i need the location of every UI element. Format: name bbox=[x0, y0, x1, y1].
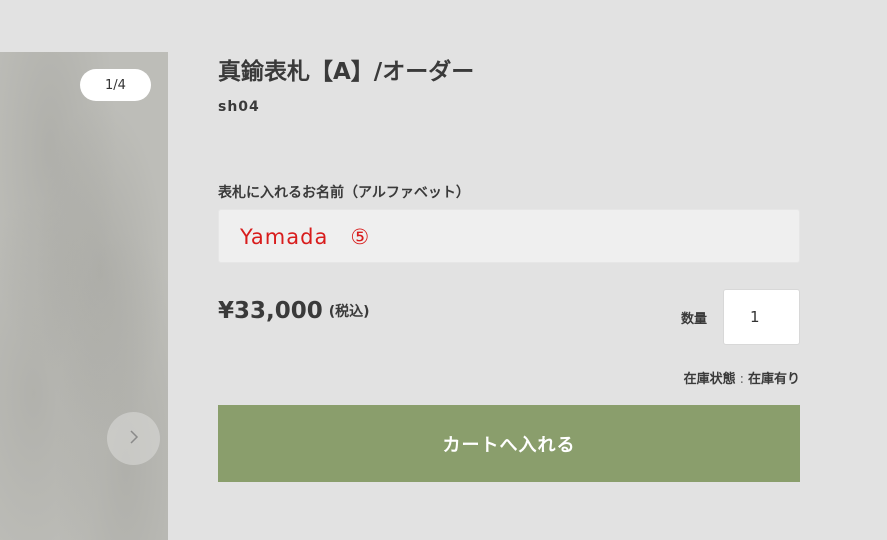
tax-note: (税込) bbox=[328, 304, 370, 320]
quantity-input[interactable]: 1 bbox=[723, 289, 800, 345]
stock-status: 在庫状態: 在庫有り bbox=[684, 368, 800, 387]
product-sku: sh04 bbox=[218, 99, 260, 115]
product-title: 真鍮表札【A】/オーダー bbox=[218, 59, 475, 85]
price: ¥33,000 (税込) bbox=[218, 298, 370, 324]
image-counter: 1/4 bbox=[80, 69, 151, 101]
name-option-label: 表札に入れるお名前（アルファベット） bbox=[218, 185, 470, 201]
product-image-gallery[interactable]: 1/4 bbox=[0, 52, 168, 540]
price-value: ¥33,000 bbox=[218, 298, 323, 324]
next-image-button[interactable] bbox=[107, 412, 160, 465]
quantity-label: 数量 bbox=[681, 312, 708, 327]
name-input[interactable]: Yamada ⑤ bbox=[218, 209, 800, 263]
add-to-cart-button[interactable]: カートへ入れる bbox=[218, 405, 800, 482]
chevron-right-icon bbox=[129, 426, 139, 451]
stock-label: 在庫状態 bbox=[683, 372, 736, 387]
stock-value: 在庫有り bbox=[747, 372, 800, 387]
stock-separator: : bbox=[739, 372, 744, 387]
